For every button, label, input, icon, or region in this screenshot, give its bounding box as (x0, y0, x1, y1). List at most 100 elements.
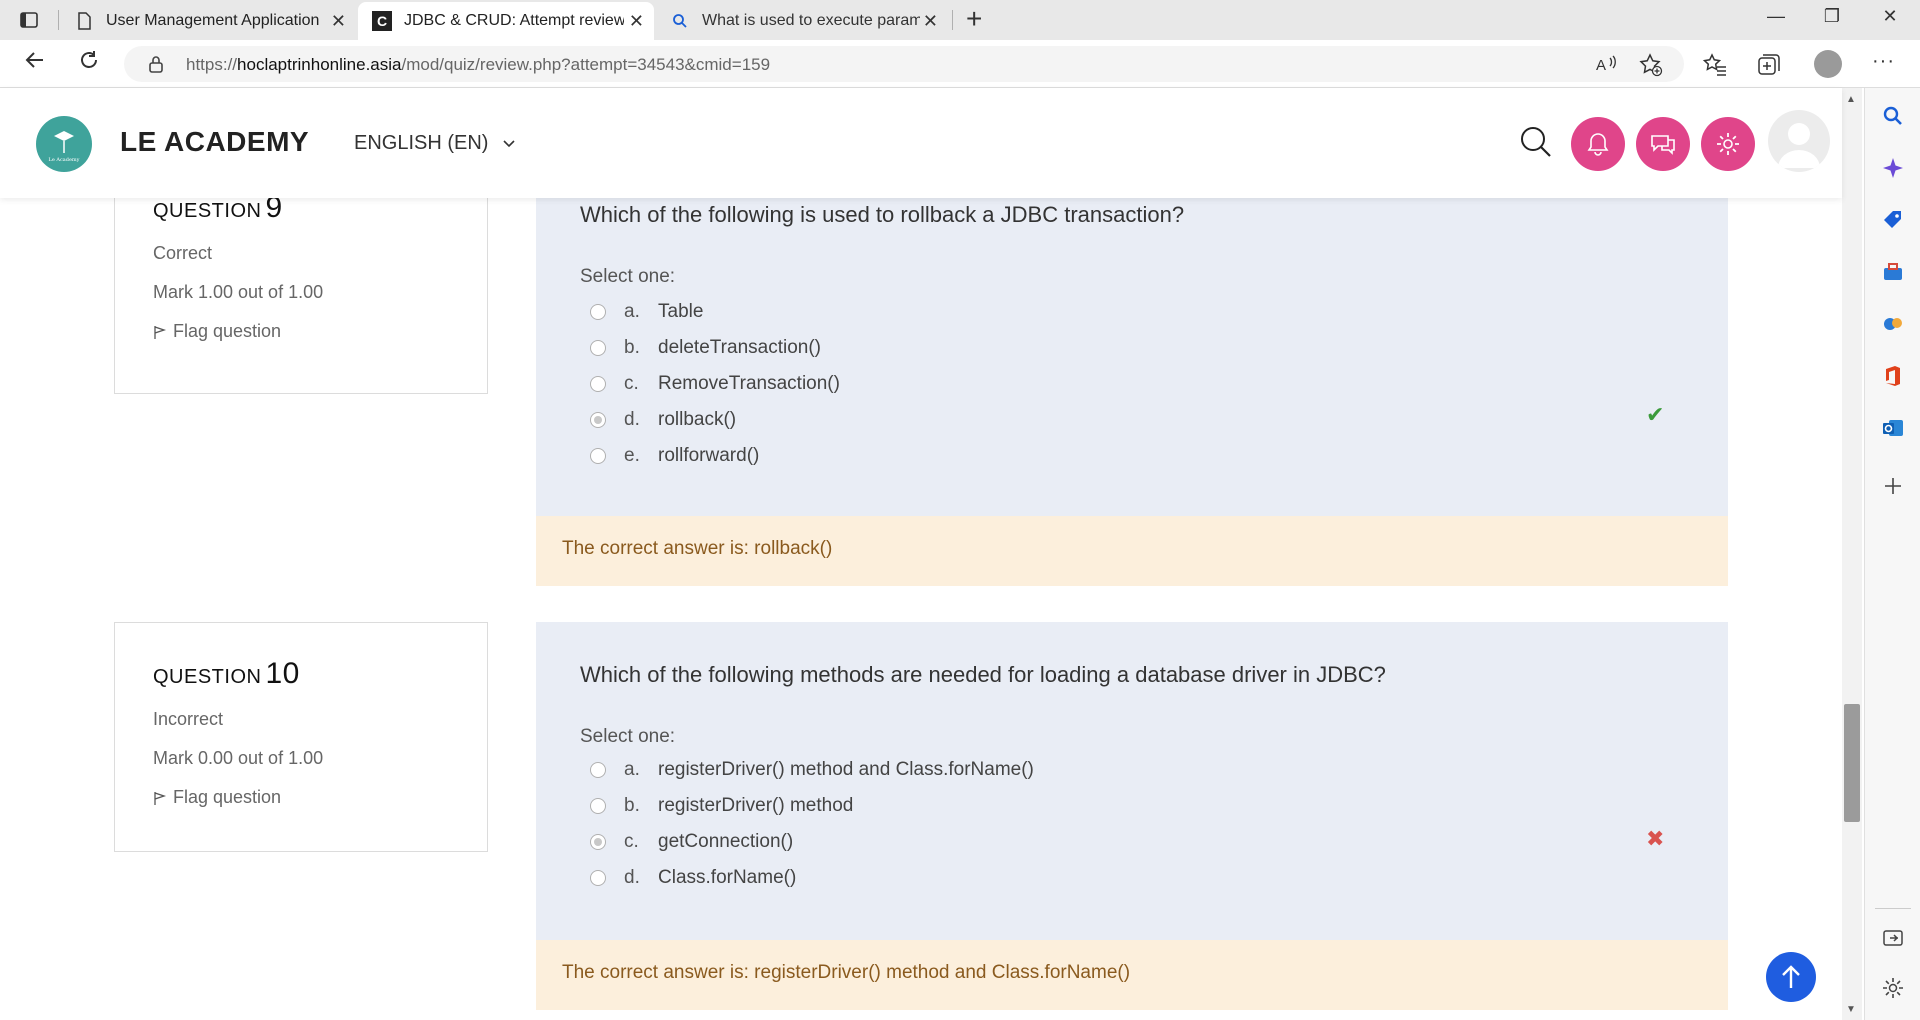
page-scrollbar[interactable] (1842, 88, 1862, 1020)
tab-close-icon[interactable]: ✕ (331, 11, 346, 32)
messages-button[interactable] (1636, 117, 1690, 171)
question-state: Correct (153, 243, 213, 263)
favorites-icon[interactable] (1702, 52, 1728, 78)
feedback-box: The correct answer is: rollback() (536, 516, 1728, 586)
option-letter: e. (624, 445, 640, 466)
page-icon (78, 12, 91, 30)
back-to-top-button[interactable] (1766, 952, 1816, 1002)
option-letter: c. (624, 373, 639, 394)
radio-button[interactable] (590, 304, 606, 320)
user-avatar[interactable] (1768, 110, 1830, 172)
radio-button[interactable] (590, 340, 606, 356)
tab-title: What is used to execute paramet (702, 12, 920, 29)
site-brand[interactable]: LE ACADEMY (120, 126, 309, 158)
tab-actions-icon[interactable] (18, 9, 40, 31)
scroll-up-arrow-icon[interactable]: ▲ (1846, 94, 1856, 105)
flag-icon (154, 791, 167, 805)
office-icon[interactable] (1881, 364, 1905, 388)
option-text: Class.forName() (658, 867, 797, 888)
chat-icon (1651, 135, 1675, 155)
minimize-button[interactable]: — (1756, 6, 1796, 27)
arrow-left-icon (25, 52, 43, 68)
tab-search[interactable]: What is used to execute paramet ✕ (658, 2, 948, 40)
back-button[interactable] (18, 48, 52, 82)
collections-icon[interactable] (1756, 52, 1782, 78)
answer-option[interactable]: c. getConnection() (590, 828, 793, 856)
close-window-button[interactable]: ✕ (1870, 6, 1910, 27)
tab-jdbc-crud[interactable]: C JDBC & CRUD: Attempt review ✕ (358, 2, 654, 40)
games-icon[interactable] (1881, 312, 1905, 336)
read-aloud-icon[interactable]: A (1594, 52, 1620, 78)
question-box: Which of the following methods are neede… (536, 622, 1728, 940)
shopping-tag-icon[interactable] (1881, 208, 1905, 232)
tools-briefcase-icon[interactable] (1881, 260, 1905, 284)
answer-option[interactable]: b. deleteTransaction() (590, 334, 821, 362)
option-text: getConnection() (658, 831, 794, 852)
radio-button[interactable] (590, 448, 606, 464)
option-text: RemoveTransaction() (658, 373, 840, 394)
url-scheme: https:// (186, 55, 238, 74)
site-logo[interactable]: Le Academy (36, 116, 92, 172)
gear-icon (1717, 133, 1739, 155)
gear-icon[interactable] (1881, 976, 1905, 1000)
select-one-label: Select one: (580, 266, 676, 287)
language-menu[interactable]: ENGLISH (EN) (354, 132, 516, 155)
radio-button[interactable] (590, 376, 606, 392)
radio-button-selected[interactable] (590, 834, 606, 850)
sidebar-divider (1875, 908, 1911, 909)
flag-label: Flag question (173, 787, 282, 807)
add-favorite-icon[interactable] (1638, 52, 1664, 78)
flag-question-link[interactable]: Flag question (153, 787, 449, 808)
answer-option[interactable]: a. Table (590, 298, 703, 326)
radio-button[interactable] (590, 798, 606, 814)
option-letter: b. (624, 337, 640, 358)
tab-user-management[interactable]: User Management Application ✕ (66, 2, 356, 40)
radio-button[interactable] (590, 762, 606, 778)
radio-button-selected[interactable] (590, 412, 606, 428)
url-path: /mod/quiz/review.php?attempt=34543&cmid=… (401, 55, 771, 74)
correct-answer-text: The correct answer is: registerDriver() … (562, 962, 1131, 983)
outlook-icon[interactable] (1881, 416, 1905, 440)
radio-button[interactable] (590, 870, 606, 886)
question-label: QUESTION (153, 666, 262, 688)
url-text: https://hoclaptrinhonline.asia/mod/quiz/… (186, 55, 770, 75)
new-tab-button[interactable]: + (966, 3, 982, 35)
answer-option[interactable]: d. rollback() (590, 406, 736, 434)
copilot-sparkle-icon[interactable] (1881, 156, 1905, 180)
option-text: deleteTransaction() (658, 337, 821, 358)
answer-option[interactable]: a. registerDriver() method and Class.for… (590, 756, 1034, 784)
answer-option[interactable]: b. registerDriver() method (590, 792, 853, 820)
graduation-cap-icon: Le Academy (49, 131, 80, 163)
scroll-down-arrow-icon[interactable]: ▼ (1846, 1004, 1856, 1015)
flag-label: Flag question (173, 321, 282, 341)
settings-more-icon[interactable]: ··· (1872, 50, 1895, 73)
profile-avatar[interactable] (1814, 50, 1842, 78)
search-icon[interactable] (1881, 104, 1905, 128)
add-plus-icon[interactable] (1881, 474, 1905, 498)
refresh-button[interactable] (72, 48, 106, 82)
url-field[interactable]: https://hoclaptrinhonline.asia/mod/quiz/… (124, 46, 1684, 82)
question-info-card: QUESTION 9 Correct Mark 1.00 out of 1.00 … (114, 198, 488, 394)
arrow-up-icon (1782, 965, 1800, 988)
tab-close-icon[interactable]: ✕ (629, 11, 644, 32)
notifications-button[interactable] (1571, 117, 1625, 171)
question-state: Incorrect (153, 709, 224, 729)
option-text: registerDriver() method (658, 795, 854, 816)
answer-option[interactable]: d. Class.forName() (590, 864, 796, 892)
flag-question-link[interactable]: Flag question (153, 321, 449, 342)
tab-separator (952, 10, 953, 30)
lock-icon[interactable] (148, 55, 164, 73)
tab-close-icon[interactable]: ✕ (923, 11, 938, 32)
hide-sidebar-icon[interactable] (1881, 926, 1905, 950)
incorrect-cross-icon: ✖ (1646, 826, 1665, 851)
answer-option[interactable]: e. rollforward() (590, 442, 759, 470)
option-letter: b. (624, 795, 640, 816)
option-letter: d. (624, 409, 640, 430)
question-text: Which of the following is used to rollba… (580, 202, 1185, 227)
search-icon[interactable] (1518, 124, 1554, 160)
settings-button[interactable] (1701, 117, 1755, 171)
answer-option[interactable]: c. RemoveTransaction() (590, 370, 840, 398)
restore-button[interactable]: ❐ (1812, 6, 1852, 27)
bell-icon (1587, 133, 1609, 156)
scrollbar-thumb[interactable] (1844, 704, 1860, 822)
